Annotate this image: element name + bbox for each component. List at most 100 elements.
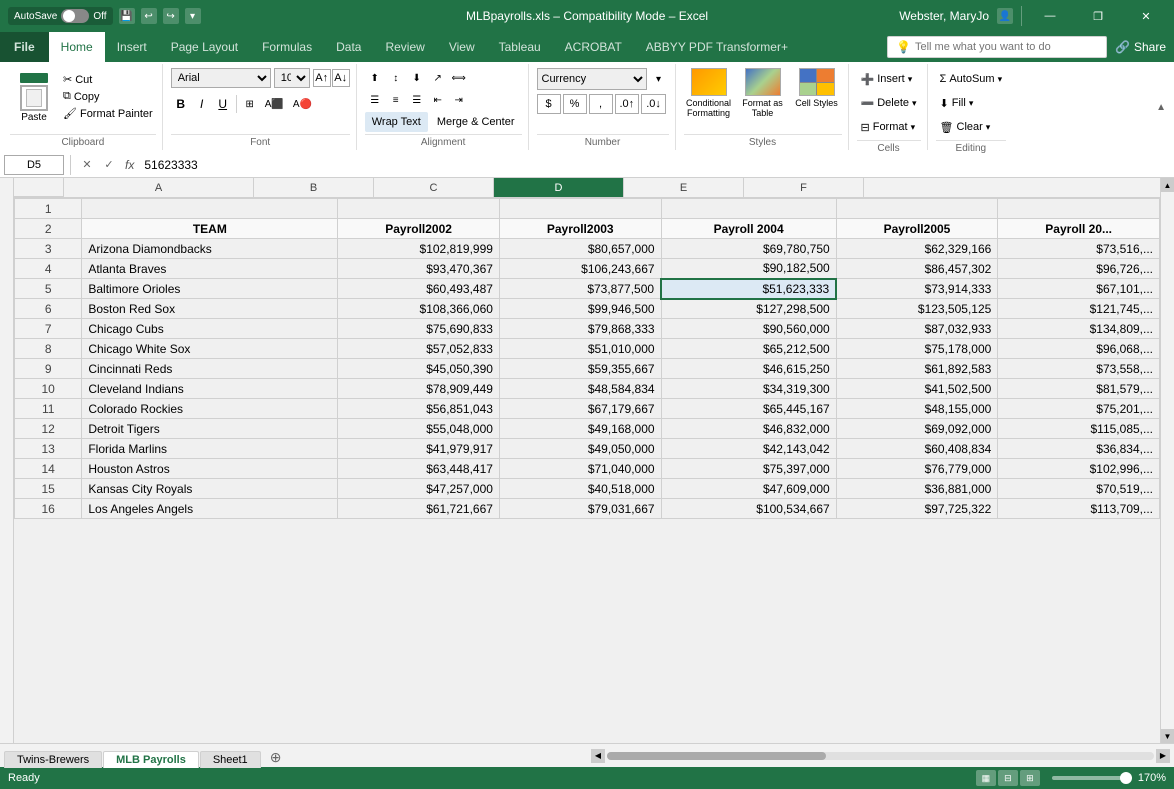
tab-page-layout[interactable]: Page Layout — [159, 32, 250, 62]
cell-reference-box[interactable] — [4, 155, 64, 175]
cancel-formula-button[interactable]: ✕ — [77, 155, 97, 175]
redo-icon[interactable]: ↪ — [163, 8, 179, 24]
cell-b2[interactable]: Payroll2002 — [338, 219, 500, 239]
tell-me-box[interactable]: 💡 — [887, 36, 1107, 58]
cell-d2[interactable]: Payroll 2004 — [661, 219, 836, 239]
align-left-button[interactable]: ☰ — [365, 90, 385, 110]
cell-f8[interactable]: $96,068,... — [998, 339, 1160, 359]
cell-c6[interactable]: $99,946,500 — [499, 299, 661, 319]
vertical-scrollbar[interactable]: ▲ ▼ — [1160, 178, 1174, 743]
cell-a13[interactable]: Florida Marlins — [82, 439, 338, 459]
align-top-button[interactable]: ⬆ — [365, 68, 385, 88]
cell-e5[interactable]: $73,914,333 — [836, 279, 998, 299]
cell-e15[interactable]: $36,881,000 — [836, 479, 998, 499]
cell-b3[interactable]: $102,819,999 — [338, 239, 500, 259]
cell-b13[interactable]: $41,979,917 — [338, 439, 500, 459]
row-number-7[interactable]: 7 — [15, 319, 82, 339]
cell-b11[interactable]: $56,851,043 — [338, 399, 500, 419]
cell-b4[interactable]: $93,470,367 — [338, 259, 500, 279]
text-indent-button[interactable]: ⟺ — [449, 68, 469, 88]
row-number-6[interactable]: 6 — [15, 299, 82, 319]
col-header-c[interactable]: C — [374, 178, 494, 197]
restore-button[interactable]: ❐ — [1078, 0, 1118, 32]
cell-e16[interactable]: $97,725,322 — [836, 499, 998, 519]
cell-e9[interactable]: $61,892,583 — [836, 359, 998, 379]
cell-c1[interactable] — [499, 199, 661, 219]
row-number-16[interactable]: 16 — [15, 499, 82, 519]
cell-b8[interactable]: $57,052,833 — [338, 339, 500, 359]
sheet-tab-sheet1[interactable]: Sheet1 — [200, 751, 261, 768]
normal-view-button[interactable]: ▦ — [976, 770, 996, 786]
tab-acrobat[interactable]: ACROBAT — [553, 32, 634, 62]
increase-decimal-button[interactable]: .0↑ — [615, 94, 640, 114]
cell-f3[interactable]: $73,516,... — [998, 239, 1160, 259]
col-header-d[interactable]: D — [494, 178, 624, 197]
font-size-select[interactable]: 10 — [274, 68, 310, 88]
cell-f9[interactable]: $73,558,... — [998, 359, 1160, 379]
cell-c10[interactable]: $48,584,834 — [499, 379, 661, 399]
font-decrease-button[interactable]: A↓ — [332, 69, 350, 87]
col-header-f[interactable]: F — [744, 178, 864, 197]
col-header-e[interactable]: E — [624, 178, 744, 197]
row-number-1[interactable]: 1 — [15, 199, 82, 219]
autosave-toggle[interactable]: AutoSave Off — [8, 7, 113, 25]
tab-formulas[interactable]: Formulas — [250, 32, 324, 62]
row-number-5[interactable]: 5 — [15, 279, 82, 299]
cell-a5[interactable]: Baltimore Orioles — [82, 279, 338, 299]
cell-a6[interactable]: Boston Red Sox — [82, 299, 338, 319]
row-number-14[interactable]: 14 — [15, 459, 82, 479]
cell-f15[interactable]: $70,519,... — [998, 479, 1160, 499]
horizontal-scrollbar-thumb[interactable] — [607, 752, 826, 760]
zoom-slider[interactable] — [1052, 776, 1132, 780]
cell-d9[interactable]: $46,615,250 — [661, 359, 836, 379]
cell-d5[interactable]: $51,623,333 — [661, 279, 836, 299]
cell-f7[interactable]: $134,809,... — [998, 319, 1160, 339]
cell-c13[interactable]: $49,050,000 — [499, 439, 661, 459]
tab-insert[interactable]: Insert — [105, 32, 159, 62]
percent-button[interactable]: % — [563, 94, 587, 114]
cell-c9[interactable]: $59,355,667 — [499, 359, 661, 379]
col-header-a[interactable]: A — [64, 178, 254, 197]
cell-e10[interactable]: $41,502,500 — [836, 379, 998, 399]
cell-a7[interactable]: Chicago Cubs — [82, 319, 338, 339]
cell-e6[interactable]: $123,505,125 — [836, 299, 998, 319]
cell-b14[interactable]: $63,448,417 — [338, 459, 500, 479]
paste-button[interactable]: Paste — [10, 68, 58, 127]
minimize-button[interactable]: — — [1030, 0, 1070, 32]
cell-f11[interactable]: $75,201,... — [998, 399, 1160, 419]
bold-button[interactable]: B — [171, 94, 191, 114]
font-increase-button[interactable]: A↑ — [313, 69, 331, 87]
align-center-button[interactable]: ≡ — [386, 90, 406, 110]
cell-e2[interactable]: Payroll2005 — [836, 219, 998, 239]
font-color-button[interactable]: A🔴 — [289, 94, 316, 114]
cell-e14[interactable]: $76,779,000 — [836, 459, 998, 479]
formula-input[interactable] — [140, 155, 1170, 175]
cell-e8[interactable]: $75,178,000 — [836, 339, 998, 359]
tab-file[interactable]: File — [0, 32, 49, 62]
cell-c8[interactable]: $51,010,000 — [499, 339, 661, 359]
cell-c5[interactable]: $73,877,500 — [499, 279, 661, 299]
insert-button[interactable]: ➕ Insert ▾ — [857, 68, 917, 90]
wrap-text-button[interactable]: Wrap Text — [365, 112, 428, 132]
decrease-decimal-button[interactable]: .0↓ — [641, 94, 666, 114]
clear-button[interactable]: 🗑 Clear ▾ — [936, 116, 995, 138]
cell-c12[interactable]: $49,168,000 — [499, 419, 661, 439]
cell-f13[interactable]: $36,834,... — [998, 439, 1160, 459]
cell-a3[interactable]: Arizona Diamondbacks — [82, 239, 338, 259]
collapse-ribbon-button[interactable]: ▲ — [1152, 64, 1170, 150]
decrease-indent-button[interactable]: ⇤ — [428, 90, 448, 110]
cell-a4[interactable]: Atlanta Braves — [82, 259, 338, 279]
cell-b9[interactable]: $45,050,390 — [338, 359, 500, 379]
cell-d15[interactable]: $47,609,000 — [661, 479, 836, 499]
cell-e7[interactable]: $87,032,933 — [836, 319, 998, 339]
zoom-control[interactable]: 170% — [1052, 772, 1166, 784]
cell-e13[interactable]: $60,408,834 — [836, 439, 998, 459]
scroll-right-button[interactable]: ▶ — [1156, 749, 1170, 763]
cell-f5[interactable]: $67,101,... — [998, 279, 1160, 299]
undo-icon[interactable]: ↩ — [141, 8, 157, 24]
cell-e11[interactable]: $48,155,000 — [836, 399, 998, 419]
merge-center-button[interactable]: Merge & Center — [430, 112, 522, 132]
cell-b12[interactable]: $55,048,000 — [338, 419, 500, 439]
horizontal-scrollbar-track[interactable] — [607, 752, 1154, 760]
accounting-format-button[interactable]: $ — [537, 94, 561, 114]
